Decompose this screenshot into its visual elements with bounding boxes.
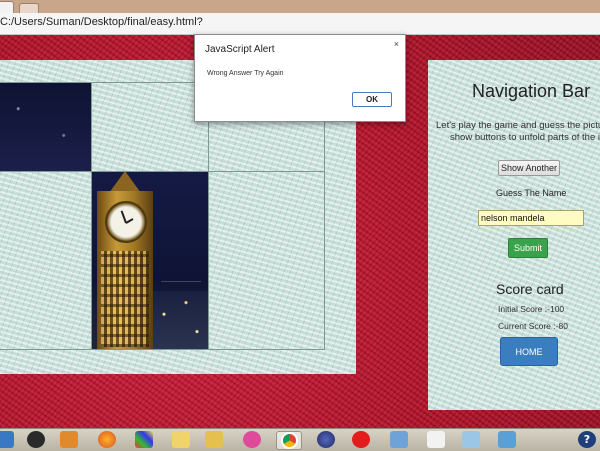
city-lights — [153, 291, 208, 349]
close-icon[interactable]: × — [394, 39, 399, 49]
initial-score: Initial Score :-100 — [498, 304, 565, 314]
file-manager-icon[interactable] — [205, 431, 223, 448]
address-url[interactable]: C:/Users/Suman/Desktop/final/easy.html? — [0, 16, 203, 28]
name-input[interactable] — [478, 210, 584, 226]
vodafone-icon[interactable] — [352, 431, 370, 448]
help-icon[interactable]: ? — [578, 431, 596, 448]
grid-line — [324, 82, 325, 350]
tower-spire — [109, 171, 141, 193]
javascript-alert-dialog: JavaScript Alert × Wrong Answer Try Agai… — [194, 34, 406, 122]
chrome-logo — [280, 432, 298, 449]
taskbar: ? — [0, 428, 600, 451]
grid-line — [91, 82, 92, 350]
media-player-icon[interactable] — [60, 431, 78, 448]
browser-tab-strip — [0, 0, 600, 14]
webcam-icon[interactable] — [27, 431, 45, 448]
tower-windows — [101, 251, 149, 347]
viewer-icon[interactable] — [462, 431, 480, 448]
messenger-icon[interactable] — [243, 431, 261, 448]
ok-button[interactable]: OK — [352, 92, 392, 107]
monitor-icon[interactable] — [0, 431, 14, 448]
alert-title: JavaScript Alert — [205, 44, 275, 55]
nav-title: Navigation Bar — [472, 81, 591, 101]
grid-line — [208, 82, 209, 350]
instructions-text: show buttons to unfold parts of the imag — [450, 132, 600, 143]
writer-icon[interactable] — [427, 431, 445, 448]
grid-line — [0, 349, 324, 350]
image-tile-revealed — [0, 82, 91, 171]
firefox-icon[interactable] — [98, 431, 116, 448]
chrome-icon[interactable] — [276, 431, 302, 450]
instructions-text: Let's play the game and guess the pictur… — [436, 120, 600, 131]
guess-label: Guess The Name — [496, 188, 567, 198]
address-bar[interactable]: C:/Users/Suman/Desktop/final/easy.html? — [0, 13, 600, 35]
box-icon[interactable] — [390, 431, 408, 448]
alert-message: Wrong Answer Try Again — [207, 70, 284, 77]
network-icon[interactable] — [317, 431, 335, 448]
home-button[interactable]: HOME — [500, 337, 558, 366]
clock-icon — [105, 201, 147, 243]
image-viewer-icon[interactable] — [498, 431, 516, 448]
image-tile-big-ben — [91, 171, 208, 349]
folder-icon[interactable] — [172, 431, 190, 448]
show-another-button[interactable]: Show Another — [498, 160, 560, 176]
crane — [161, 281, 201, 282]
score-card-title: Score card — [496, 281, 564, 297]
clock-hand — [125, 218, 134, 224]
app-grid-icon[interactable] — [135, 431, 153, 448]
navigation-panel: Navigation Bar Let's play the game and g… — [428, 60, 600, 410]
current-score: Current Score :-80 — [498, 321, 568, 331]
grid-line — [0, 171, 324, 172]
submit-button[interactable]: Submit — [508, 238, 548, 258]
